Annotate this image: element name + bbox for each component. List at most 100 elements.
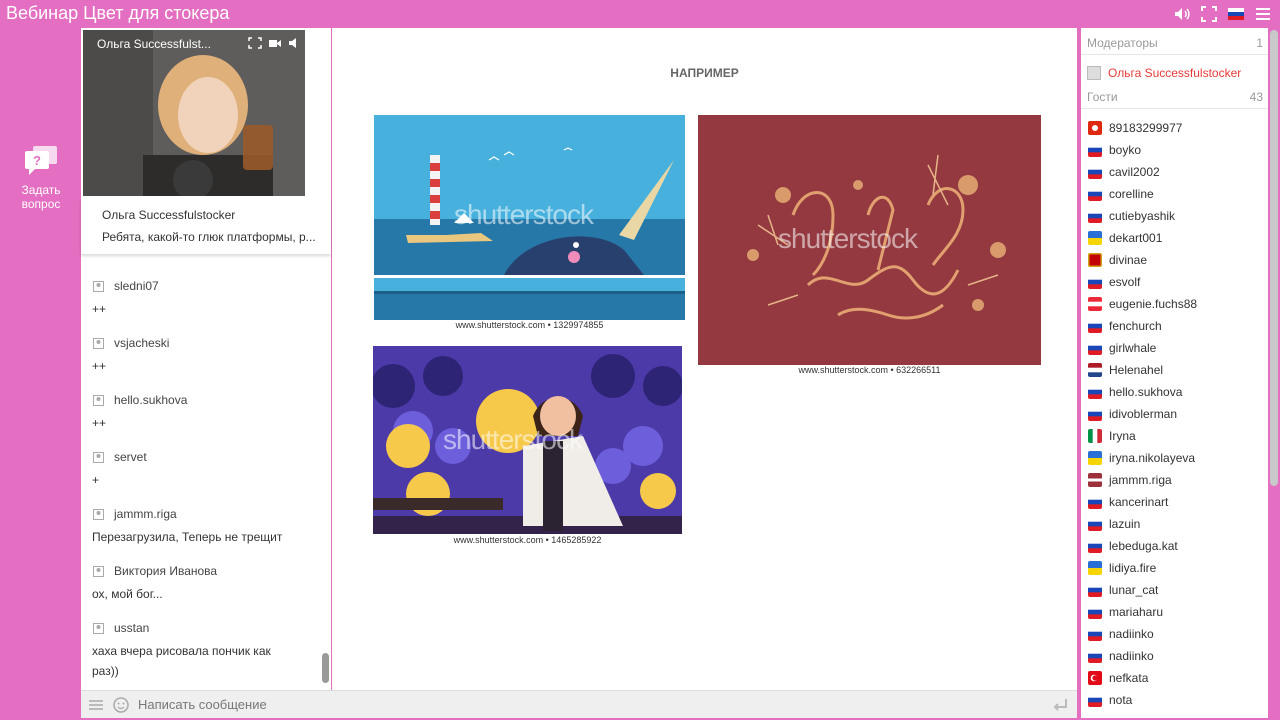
guest-item[interactable]: cavil2002 — [1088, 164, 1160, 180]
flag-icon — [1088, 319, 1102, 333]
guest-name: girlwhale — [1109, 341, 1157, 355]
guest-item[interactable]: mariaharu — [1088, 604, 1163, 620]
flag-icon — [1088, 451, 1102, 465]
guest-name: nadiinko — [1109, 627, 1154, 641]
image-caption: www.shutterstock.com • 1465285922 — [453, 535, 602, 545]
avatar — [1087, 66, 1101, 80]
flag-icon — [1088, 693, 1102, 707]
flag-icon — [1088, 187, 1102, 201]
guest-item[interactable]: iryna.nikolayeva — [1088, 450, 1195, 466]
guests-header: Гости 43 — [1087, 90, 1263, 104]
moderator-name: Ольга Successfulstocker — [1108, 66, 1242, 80]
guest-name: nadiinko — [1109, 649, 1154, 663]
menu-lines-icon[interactable] — [87, 696, 105, 714]
guest-item[interactable]: cutiebyashik — [1088, 208, 1175, 224]
chat-username[interactable]: usstan — [114, 621, 149, 635]
guest-item[interactable]: jammm.riga — [1088, 472, 1172, 488]
participants-panel: Модераторы 1 Ольга Successfulstocker Гос… — [1081, 28, 1268, 718]
flag-icon — [1088, 671, 1102, 685]
chat-username[interactable]: Виктория Иванова — [114, 564, 217, 578]
pinned-text: Ребята, какой-то глюк платформы, р... — [102, 230, 316, 244]
guest-item[interactable]: nadiinko — [1088, 626, 1154, 642]
presenter-video-frame — [83, 30, 305, 196]
guest-item[interactable]: dekart001 — [1088, 230, 1162, 246]
guest-name: esvolf — [1109, 275, 1141, 289]
guest-item[interactable]: lazuin — [1088, 516, 1140, 532]
volume-icon[interactable] — [1173, 5, 1191, 23]
flag-icon — [1088, 363, 1102, 377]
flag-icon — [1088, 121, 1102, 135]
guest-item[interactable]: nefkata — [1088, 670, 1148, 686]
guest-item[interactable]: Iryna — [1088, 428, 1136, 444]
guest-item[interactable]: lidiya.fire — [1088, 560, 1156, 576]
flag-icon — [1088, 297, 1102, 311]
guest-name: 89183299977 — [1109, 121, 1183, 135]
guest-name: Iryna — [1109, 429, 1136, 443]
ask-question-button[interactable]: ? Задать вопрос — [18, 146, 64, 211]
moderators-header: Модераторы 1 — [1087, 36, 1263, 50]
fullscreen-icon[interactable] — [1200, 5, 1218, 23]
guest-name: hello.sukhova — [1109, 385, 1183, 399]
guest-item[interactable]: kancerinart — [1088, 494, 1168, 510]
guest-name: mariaharu — [1109, 605, 1164, 619]
message-input[interactable]: Написать сообщение — [138, 697, 267, 712]
camera-icon[interactable] — [268, 37, 282, 49]
guest-item[interactable]: Helenahel — [1088, 362, 1163, 378]
guest-item[interactable]: girlwhale — [1088, 340, 1156, 356]
chat-username[interactable]: servet — [114, 450, 147, 464]
guest-item[interactable]: divinae — [1088, 252, 1147, 268]
guest-item[interactable]: hello.sukhova — [1088, 384, 1182, 400]
guest-item[interactable]: 89183299977 — [1088, 120, 1182, 136]
chat-scrollbar[interactable] — [322, 653, 329, 683]
message-composer: Написать сообщение — [81, 690, 1077, 718]
moderators-count: 1 — [1256, 36, 1263, 50]
guest-item[interactable]: lebeduga.kat — [1088, 538, 1178, 554]
guest-item[interactable]: corelline — [1088, 186, 1154, 202]
user-icon — [93, 337, 104, 349]
chat-text: + — [92, 473, 100, 487]
emoji-icon[interactable] — [112, 696, 130, 714]
expand-icon[interactable] — [248, 37, 262, 49]
user-icon — [93, 280, 104, 292]
flag-icon — [1088, 407, 1102, 421]
scrollbar-thumb[interactable] — [1270, 30, 1278, 486]
guest-item[interactable]: nadiinko — [1088, 648, 1154, 664]
guest-name: iryna.nikolayeva — [1109, 451, 1196, 465]
guest-item[interactable]: idivoblerman — [1088, 406, 1177, 422]
stock-image-lanterns: shutterstock — [373, 346, 682, 534]
divider — [1081, 108, 1268, 109]
stock-image-mothers-day: shutterstock — [698, 115, 1041, 365]
guest-name: jammm.riga — [1109, 473, 1172, 487]
flag-icon — [1088, 253, 1102, 267]
guest-name: boyko — [1109, 143, 1142, 157]
language-flag-icon[interactable] — [1227, 5, 1245, 23]
moderator-item[interactable]: Ольга Successfulstocker — [1087, 66, 1241, 80]
user-icon — [93, 565, 104, 577]
chat-username[interactable]: hello.sukhova — [114, 393, 187, 407]
chat-username[interactable]: vsjacheski — [114, 336, 169, 350]
guest-item[interactable]: eugenie.fuchs88 — [1088, 296, 1197, 312]
sound-icon[interactable] — [288, 37, 302, 49]
guest-name: lunar_cat — [1109, 583, 1159, 597]
flag-icon — [1088, 605, 1102, 619]
flag-icon — [1088, 231, 1102, 245]
send-enter-icon[interactable] — [1051, 696, 1069, 714]
guest-item[interactable]: nota — [1088, 692, 1132, 708]
guest-item[interactable]: boyko — [1088, 142, 1141, 158]
guest-name: nota — [1109, 693, 1133, 707]
flag-icon — [1088, 539, 1102, 553]
watermark: shutterstock — [443, 424, 583, 455]
participants-scrollbar[interactable] — [1269, 28, 1280, 718]
chat-username[interactable]: jammm.riga — [114, 507, 177, 521]
guest-item[interactable]: lunar_cat — [1088, 582, 1158, 598]
guest-item[interactable]: fenchurch — [1088, 318, 1162, 334]
guest-name: divinae — [1109, 253, 1148, 267]
chat-text: ++ — [92, 416, 107, 430]
presenter-video[interactable]: Ольга Successfulst... — [83, 30, 305, 196]
chat-username[interactable]: sledni07 — [114, 279, 159, 293]
guest-item[interactable]: esvolf — [1088, 274, 1140, 290]
chat-text: ох, мой бог... — [92, 587, 163, 601]
menu-icon[interactable] — [1254, 5, 1272, 23]
flag-icon — [1088, 341, 1102, 355]
chat-text: ++ — [92, 359, 107, 373]
